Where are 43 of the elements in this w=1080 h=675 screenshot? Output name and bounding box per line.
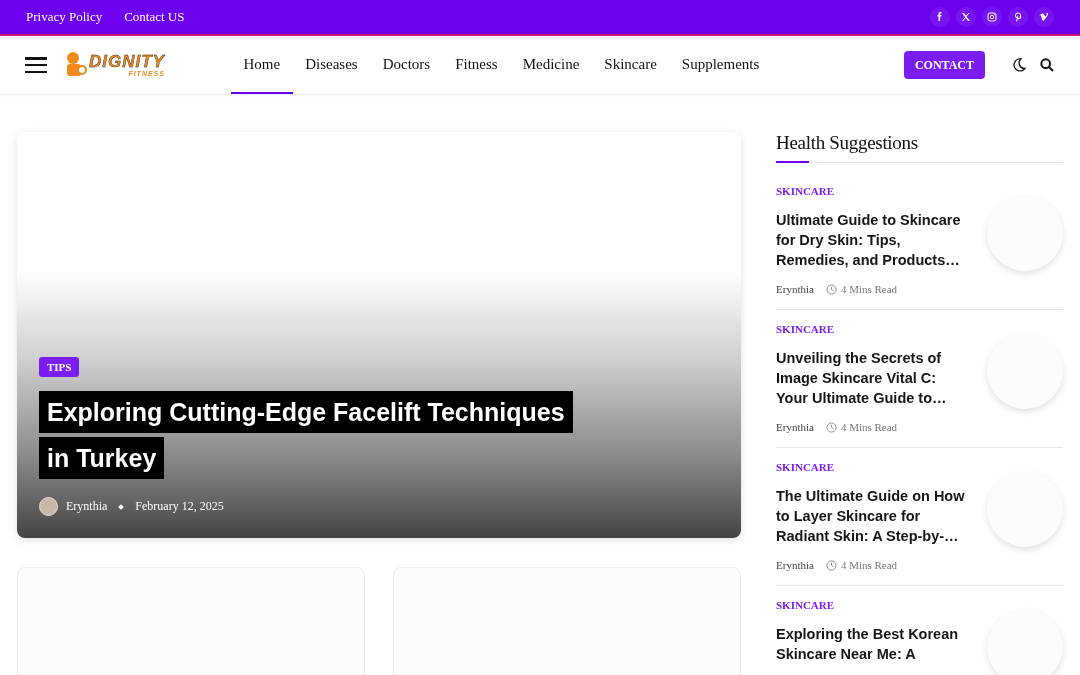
category-link[interactable]: SKINCARE bbox=[776, 185, 835, 197]
clock-icon bbox=[825, 559, 837, 571]
contact-button[interactable]: CONTACT bbox=[903, 51, 985, 79]
category-link[interactable]: SKINCARE bbox=[776, 461, 835, 473]
instagram-icon[interactable] bbox=[982, 7, 1002, 27]
vimeo-icon[interactable] bbox=[1034, 7, 1054, 27]
post-title[interactable]: The Ultimate Guide on How to Layer Skincare for Radiant Skin: A Step-by-… bbox=[776, 486, 970, 546]
nav-tab[interactable]: Fitness bbox=[442, 36, 511, 94]
nav-tab[interactable]: Skincare bbox=[591, 36, 670, 94]
x-icon[interactable] bbox=[956, 7, 976, 27]
nav-tab[interactable]: Home bbox=[231, 36, 293, 94]
category-link[interactable]: SKINCARE bbox=[776, 599, 835, 611]
featured-post[interactable]: TIPS Exploring Cutting-Edge Facelift Techniques in Turkey Erynthia February 12, 2025 bbox=[17, 132, 741, 538]
post-title[interactable]: in Turkey bbox=[39, 437, 165, 479]
post-title[interactable]: Exploring the Best Korean Skincare Near Me: A bbox=[776, 624, 970, 664]
post-title[interactable]: Exploring Cutting-Edge Facelift Techniques bbox=[39, 391, 573, 433]
author-name[interactable]: Erynthia bbox=[776, 421, 814, 433]
read-time: 4 Mins Read bbox=[840, 283, 898, 295]
clock-icon bbox=[825, 421, 837, 433]
author-name[interactable]: Erynthia bbox=[776, 283, 814, 295]
nav-tab[interactable]: Medicine bbox=[510, 36, 592, 94]
post-date: February 12, 2025 bbox=[135, 499, 224, 514]
nav-tab[interactable]: Supplements bbox=[669, 36, 772, 94]
search-icon[interactable] bbox=[1039, 57, 1055, 73]
post-title[interactable]: Ultimate Guide to Skincare for Dry Skin: Tips, Remedies, and Products… bbox=[776, 210, 970, 270]
category-link[interactable]: SKINCARE bbox=[776, 323, 835, 335]
widget-title: Health Suggestions bbox=[776, 132, 1063, 163]
top-link[interactable]: Privacy Policy bbox=[26, 9, 103, 25]
author-name[interactable]: Erynthia bbox=[66, 499, 108, 514]
read-time: 4 Mins Read bbox=[840, 421, 898, 433]
author-avatar bbox=[39, 497, 58, 516]
pinterest-icon[interactable] bbox=[1008, 7, 1028, 27]
dark-mode-icon[interactable] bbox=[1011, 57, 1027, 73]
read-time: 4 Mins Read bbox=[840, 559, 898, 571]
nav-tab[interactable]: Diseases bbox=[292, 36, 371, 94]
top-link[interactable]: Contact US bbox=[124, 9, 185, 25]
author-name[interactable]: Erynthia bbox=[776, 559, 814, 571]
category-tag[interactable]: TIPS bbox=[39, 357, 80, 377]
facebook-icon[interactable] bbox=[930, 7, 950, 27]
nav-tab[interactable]: Doctors bbox=[370, 36, 443, 94]
post-title[interactable]: Unveiling the Secrets of Image Skincare Vital C: Your Ultimate Guide to… bbox=[776, 348, 970, 408]
clock-icon bbox=[825, 283, 837, 295]
menu-icon[interactable] bbox=[25, 57, 47, 73]
